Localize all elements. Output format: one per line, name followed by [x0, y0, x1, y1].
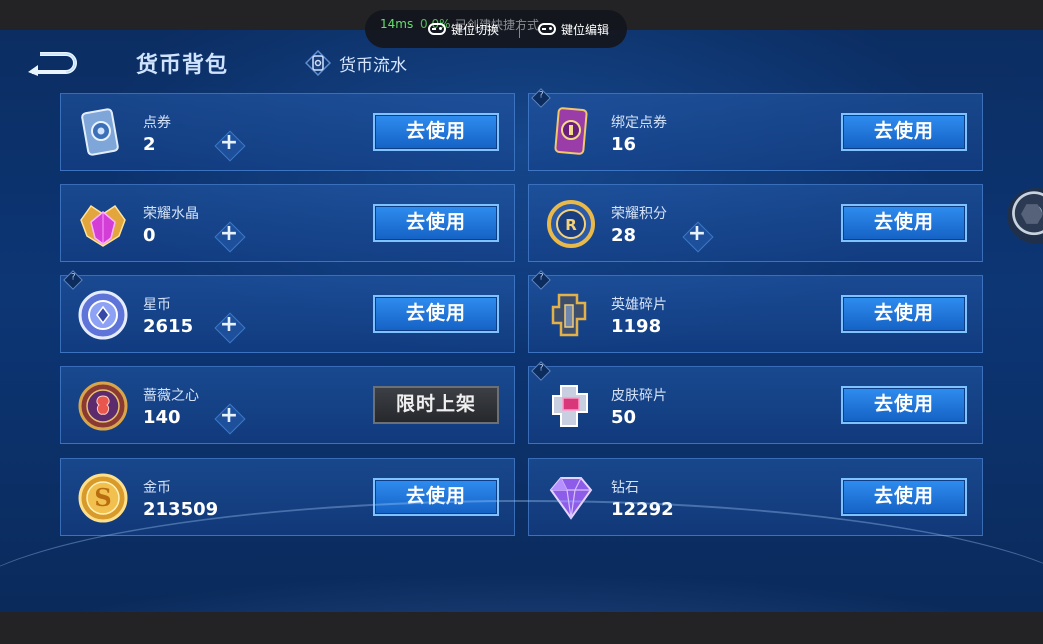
- currency-count: 2615: [143, 316, 194, 337]
- svg-text:R: R: [565, 216, 577, 234]
- use-button[interactable]: 去使用: [373, 204, 499, 242]
- currency-count: 213509: [143, 499, 219, 520]
- plus-icon: +: [219, 403, 239, 428]
- rose-heart-icon: [75, 378, 131, 434]
- glory-crystal-icon: [75, 196, 131, 252]
- currency-name: 绑定点券: [611, 115, 667, 131]
- recharge-plus-button[interactable]: +: [216, 130, 242, 158]
- currency-card-bound-points: ? 绑定点券 16 去使用: [528, 88, 983, 171]
- currency-card-hero-shard: ? 英雄碎片 1198 去使用: [528, 270, 983, 353]
- voucher-card-icon: [75, 105, 131, 161]
- recharge-plus-button[interactable]: +: [216, 312, 242, 340]
- currency-name: 金币: [143, 480, 171, 496]
- key-switch-button[interactable]: 键位切换: [428, 21, 499, 37]
- currency-card-glory-points: R 荣耀积分 28 + 去使用: [528, 184, 983, 262]
- use-button[interactable]: 去使用: [841, 113, 967, 151]
- back-arrow-icon: [28, 52, 77, 76]
- floating-menu-button[interactable]: [1007, 188, 1043, 244]
- currency-count: 16: [611, 134, 637, 155]
- back-button[interactable]: [26, 48, 80, 76]
- flow-card-icon: [304, 49, 332, 77]
- currency-card-glory-crystal: 荣耀水晶 0 + 去使用: [60, 184, 515, 262]
- currency-name: 星币: [143, 297, 171, 313]
- game-screen: 货币背包 货币流水 点券 2 + 去使用 ? 绑定点券 16 去使用 荣耀水晶 …: [0, 30, 1043, 612]
- currency-count: 12292: [611, 499, 674, 520]
- use-button[interactable]: 去使用: [841, 478, 967, 516]
- ping-readout: 14ms: [380, 17, 414, 31]
- hexagon-icon: [1021, 204, 1043, 224]
- currency-card-rose-heart: 蔷薇之心 140 + 限时上架: [60, 366, 515, 444]
- skin-shard-icon: [543, 378, 599, 434]
- gamepad-icon: [538, 23, 556, 35]
- key-edit-button[interactable]: 键位编辑: [538, 21, 609, 37]
- gamepad-icon: [428, 23, 446, 35]
- limited-time-button[interactable]: 限时上架: [373, 386, 499, 424]
- currency-name: 荣耀水晶: [143, 206, 199, 222]
- currency-count: 140: [143, 407, 181, 428]
- currency-name: 英雄碎片: [611, 297, 667, 313]
- diamond-icon: [543, 470, 599, 526]
- use-button[interactable]: 去使用: [841, 386, 967, 424]
- use-button[interactable]: 去使用: [841, 204, 967, 242]
- plus-icon: +: [219, 130, 239, 155]
- currency-card-points: 点券 2 + 去使用: [60, 93, 515, 171]
- currency-name: 点券: [143, 115, 171, 131]
- currency-name: 蔷薇之心: [143, 388, 199, 404]
- gold-coin-icon: S: [75, 470, 131, 526]
- currency-flow-label: 货币流水: [339, 55, 407, 76]
- use-button[interactable]: 去使用: [373, 113, 499, 151]
- currency-count: 2: [143, 134, 156, 155]
- hero-shard-icon: [543, 287, 599, 343]
- currency-card-diamond: 钻石 12292 去使用: [528, 458, 983, 536]
- use-button[interactable]: 去使用: [373, 295, 499, 333]
- plus-icon: +: [219, 312, 239, 337]
- window-bottom-bar: [0, 612, 1043, 644]
- use-button[interactable]: 去使用: [373, 478, 499, 516]
- recharge-plus-button[interactable]: +: [216, 403, 242, 431]
- currency-count: 0: [143, 225, 156, 246]
- currency-name: 皮肤碎片: [611, 388, 667, 404]
- glory-points-medal-icon: R: [543, 196, 599, 252]
- bound-voucher-card-icon: [543, 105, 599, 161]
- use-button[interactable]: 去使用: [841, 295, 967, 333]
- page-title: 货币背包: [136, 53, 229, 78]
- star-coin-icon: [75, 287, 131, 343]
- plus-icon: +: [687, 221, 707, 246]
- game-assistant-overlay: 14ms 0.0% 已创建快捷方式 键位切换 键位编辑: [365, 10, 627, 48]
- currency-name: 荣耀积分: [611, 206, 667, 222]
- currency-card-gold: S 金币 213509 去使用: [60, 458, 515, 536]
- currency-count: 1198: [611, 316, 662, 337]
- key-switch-label: 键位切换: [451, 22, 500, 37]
- plus-icon: +: [219, 221, 239, 246]
- currency-card-skin-shard: ? 皮肤碎片 50 去使用: [528, 361, 983, 444]
- recharge-plus-button[interactable]: +: [216, 221, 242, 249]
- recharge-plus-button[interactable]: +: [684, 221, 710, 249]
- svg-text:S: S: [94, 483, 111, 512]
- currency-card-star-coin: ? 星币 2615 + 去使用: [60, 270, 515, 353]
- currency-count: 50: [611, 407, 637, 428]
- currency-name: 钻石: [611, 480, 639, 496]
- overlay-divider: [519, 20, 520, 38]
- key-edit-label: 键位编辑: [561, 22, 610, 37]
- currency-flow-tab[interactable]: 货币流水: [304, 49, 407, 77]
- currency-count: 28: [611, 225, 637, 246]
